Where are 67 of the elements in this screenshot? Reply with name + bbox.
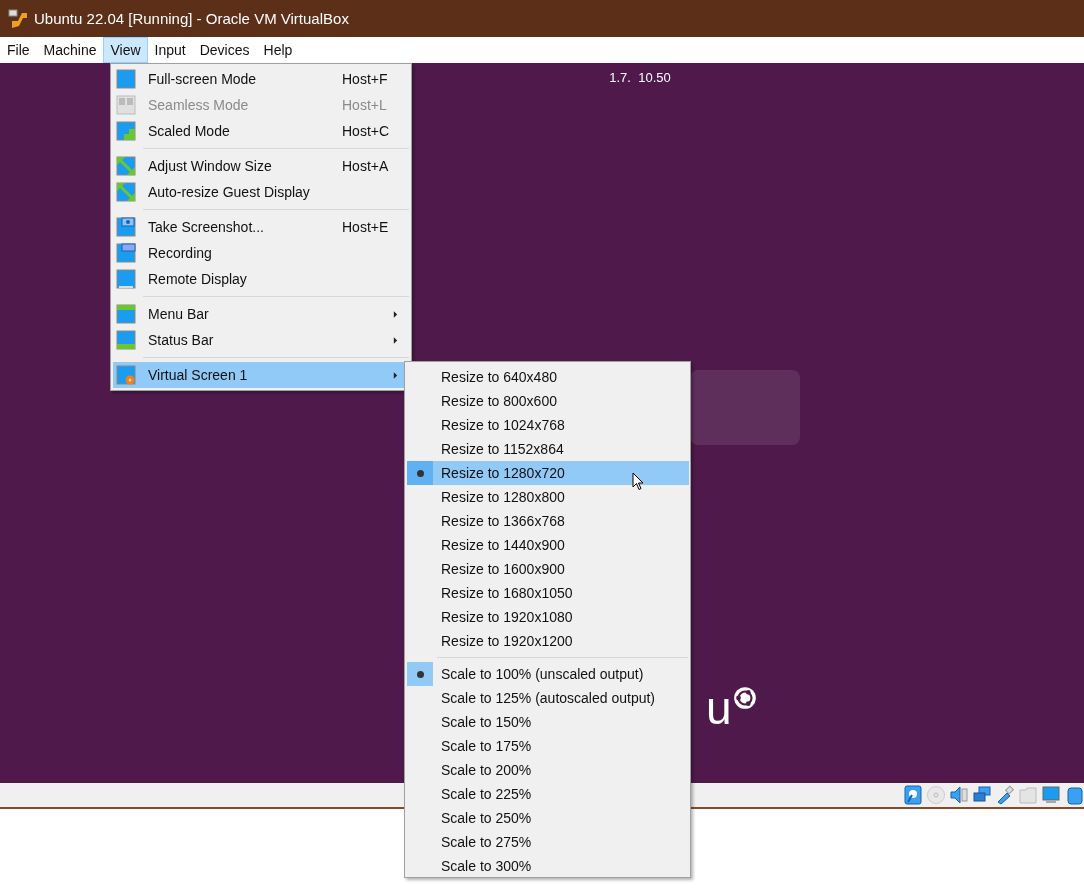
menu-item[interactable]: Resize to 1024x768: [407, 413, 689, 437]
submenu-arrow-icon: [393, 310, 398, 318]
top-menu[interactable]: Help: [256, 37, 300, 63]
display-icon[interactable]: [1041, 785, 1061, 805]
menu-item[interactable]: Resize to 1920x1080: [407, 605, 689, 629]
usb-icon[interactable]: [995, 785, 1015, 805]
ubuntu-logo-icon: [731, 685, 758, 711]
camera-monitor-icon: [116, 217, 136, 237]
menu-item[interactable]: Resize to 1280x720: [407, 461, 689, 485]
menu-item[interactable]: Scale to 250%: [407, 806, 689, 830]
menu-item[interactable]: Scale to 125% (autoscaled output): [407, 686, 689, 710]
menu-item[interactable]: Virtual Screen 1: [113, 362, 407, 388]
top-menu[interactable]: Machine: [36, 37, 104, 63]
menu-item[interactable]: Resize to 1680x1050: [407, 581, 689, 605]
monitor-icon: [116, 243, 136, 263]
app-icon: [8, 8, 28, 29]
menu-item[interactable]: Status Bar: [113, 327, 407, 353]
top-menu[interactable]: View: [103, 37, 148, 63]
menu-item[interactable]: Resize to 800x600: [407, 389, 689, 413]
top-menu[interactable]: Devices: [192, 37, 257, 63]
speaker-icon[interactable]: [949, 785, 969, 805]
shortcut-label: Host+A: [342, 158, 389, 174]
monitor-icon: [116, 121, 136, 141]
menu-item[interactable]: Resize to 640x480: [407, 365, 689, 389]
mouse-pointer-icon: [632, 472, 644, 491]
submenu-arrow-icon: [393, 336, 398, 344]
menu-item[interactable]: Scale to 175%: [407, 734, 689, 758]
shortcut-label: Host+L: [342, 97, 387, 113]
monitor-icon: [116, 69, 136, 89]
menu-item[interactable]: Full-screen Mode Host+F: [113, 66, 407, 92]
shortcut-label: Host+C: [342, 123, 390, 139]
shortcut-label: Host+F: [342, 71, 388, 87]
top-menu[interactable]: Input: [147, 37, 193, 63]
menu-item[interactable]: Scale to 150%: [407, 710, 689, 734]
menu-item[interactable]: Scale to 100% (unscaled output): [407, 662, 689, 686]
menu-item[interactable]: Resize to 1600x900: [407, 557, 689, 581]
submenu-arrow-icon: [393, 371, 398, 379]
logo-text: u: [706, 683, 732, 733]
top-menu[interactable]: File: [0, 37, 37, 63]
menu-item[interactable]: Scaled Mode Host+C: [113, 118, 407, 144]
menu-item[interactable]: Menu Bar: [113, 301, 407, 327]
menu-item[interactable]: Resize to 1440x900: [407, 533, 689, 557]
clock: 1.7. 10.50: [609, 70, 671, 85]
menu-item[interactable]: Scale to 225%: [407, 782, 689, 806]
menu-item[interactable]: Recording: [113, 240, 407, 266]
monitor-icon: [116, 95, 136, 115]
menu-item[interactable]: Scale to 275%: [407, 830, 689, 854]
network-icon[interactable]: [972, 785, 992, 805]
mouse-icon[interactable]: [1064, 785, 1084, 805]
menu-item[interactable]: Resize to 1152x864: [407, 437, 689, 461]
shortcut-label: Host+E: [342, 219, 389, 235]
menu-item[interactable]: Resize to 1366x768: [407, 509, 689, 533]
menu-item[interactable]: Scale to 300%: [407, 854, 689, 878]
menu-item[interactable]: Scale to 200%: [407, 758, 689, 782]
resize-arrow-icon: [116, 182, 136, 202]
menu-item[interactable]: Resize to 1920x1200: [407, 629, 689, 653]
window-title: Ubuntu 22.04 [Running] - Oracle VM VirtualBox: [34, 10, 349, 27]
menu-item[interactable]: Remote Display: [113, 266, 407, 292]
menu-item[interactable]: Resize to 1280x800: [407, 485, 689, 509]
menu-item[interactable]: Adjust Window Size Host+A: [113, 153, 407, 179]
monitor-icon: [116, 330, 136, 350]
monitor-icon: [116, 304, 136, 324]
menu-item[interactable]: Take Screenshot... Host+E: [113, 214, 407, 240]
monitor-icon: [116, 269, 136, 289]
menu-item[interactable]: Auto-resize Guest Display: [113, 179, 407, 205]
monitor-gear-icon: [116, 365, 136, 385]
resize-arrow-icon: [116, 156, 136, 176]
